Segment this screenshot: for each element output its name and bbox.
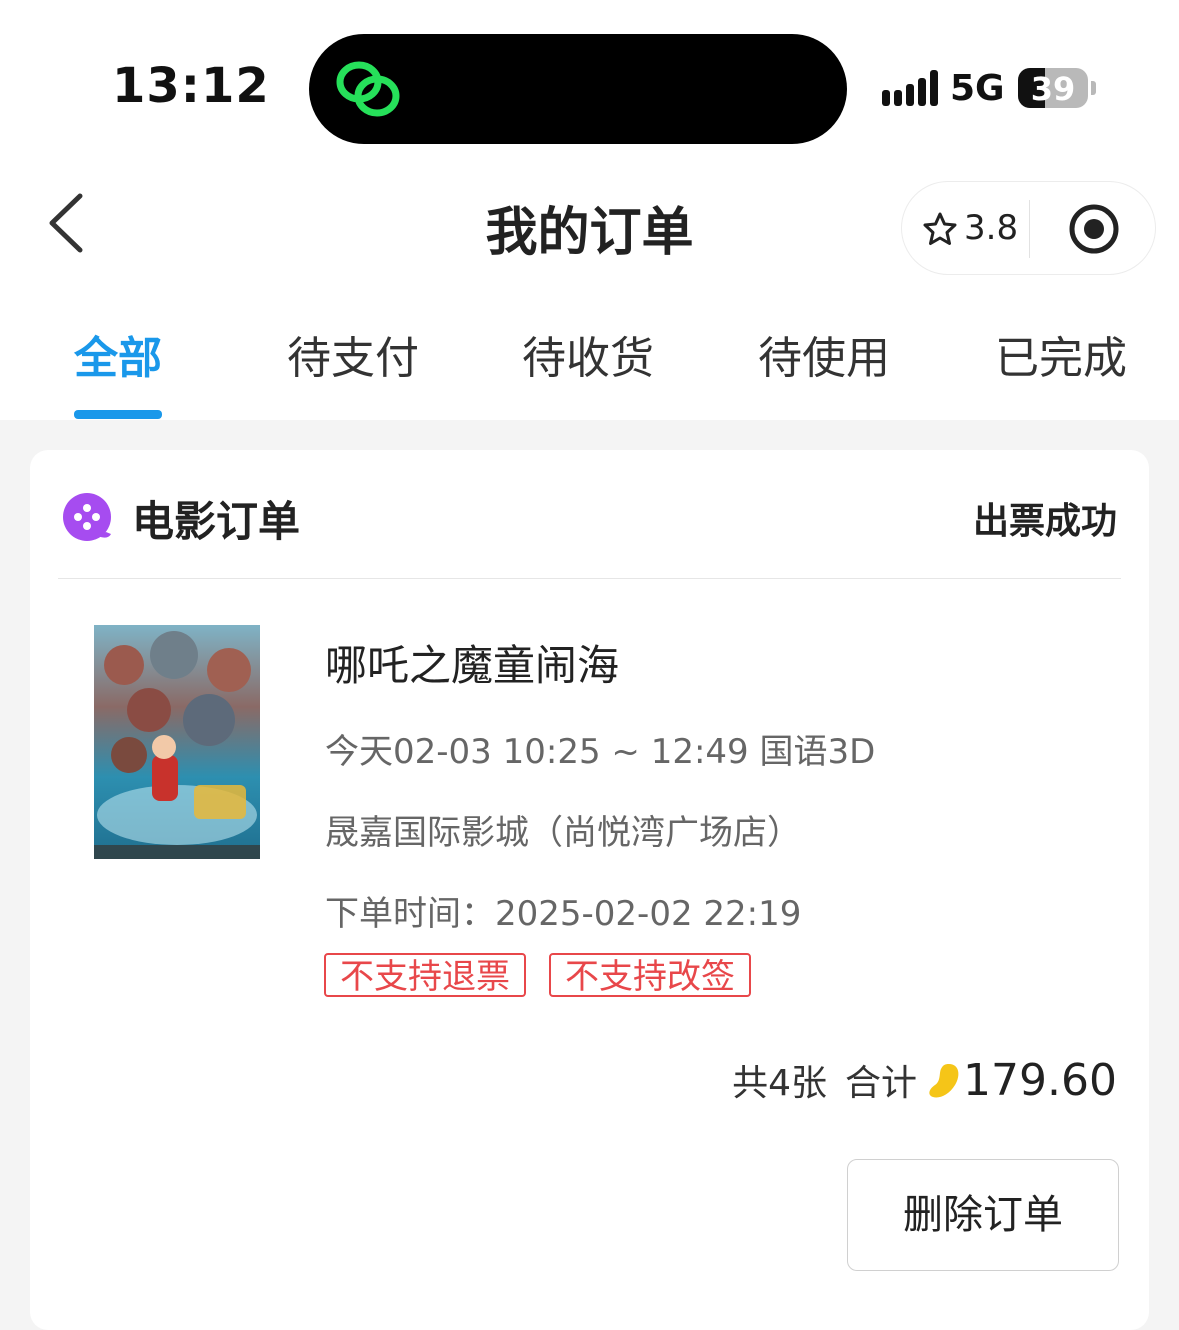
movie-poster[interactable]	[94, 625, 260, 859]
order-status: 出票成功	[972, 501, 1117, 542]
battery-percent: 39	[1030, 70, 1076, 108]
no-reschedule-tag: 不支持改签	[549, 953, 751, 997]
battery-indicator: 39	[1018, 68, 1088, 108]
mini-program-capsule: 3.8	[901, 181, 1156, 275]
film-reel-icon	[63, 493, 111, 541]
order-card[interactable]: 电影订单 出票成功 哪吒之魔童闹海 今天02-03 10:25 ~ 12:49 …	[30, 450, 1149, 1330]
chain-link-icon	[336, 61, 400, 117]
star-icon[interactable]	[922, 211, 958, 247]
tab-pending-payment[interactable]: 待支付	[287, 322, 419, 386]
target-icon[interactable]	[1068, 203, 1120, 255]
order-category: 电影订单	[132, 497, 301, 546]
battery-tip	[1091, 81, 1096, 95]
movie-title[interactable]: 哪吒之魔童闹海	[325, 632, 619, 693]
tab-pending-use[interactable]: 待使用	[758, 322, 890, 386]
tab-pending-delivery[interactable]: 待收货	[522, 322, 654, 386]
order-price: 179.60	[963, 1055, 1117, 1106]
rating-value[interactable]: 3.8	[964, 208, 1018, 248]
cinema-name: 晟嘉国际影城（尚悦湾广场店）	[325, 813, 801, 853]
showtime: 今天02-03 10:25 ~ 12:49 国语3D	[325, 732, 876, 772]
tab-completed[interactable]: 已完成	[995, 322, 1127, 386]
dynamic-island	[309, 34, 847, 144]
capsule-divider	[1029, 200, 1030, 258]
bean-currency-icon	[929, 1064, 959, 1098]
tab-all[interactable]: 全部	[74, 322, 162, 386]
order-time: 下单时间：2025-02-02 22:19	[325, 894, 802, 934]
card-divider	[58, 578, 1121, 579]
delete-order-button[interactable]: 删除订单	[847, 1159, 1119, 1271]
active-tab-indicator	[74, 410, 162, 419]
network-label: 5G	[950, 68, 1005, 109]
status-time: 13:12	[112, 58, 270, 114]
no-refund-tag: 不支持退票	[324, 953, 526, 997]
sum-label: 合计	[845, 1063, 918, 1104]
ticket-count: 共4张	[732, 1063, 828, 1104]
order-total: 共4张 合计 179.60	[732, 1054, 1117, 1106]
signal-icon	[882, 70, 938, 106]
